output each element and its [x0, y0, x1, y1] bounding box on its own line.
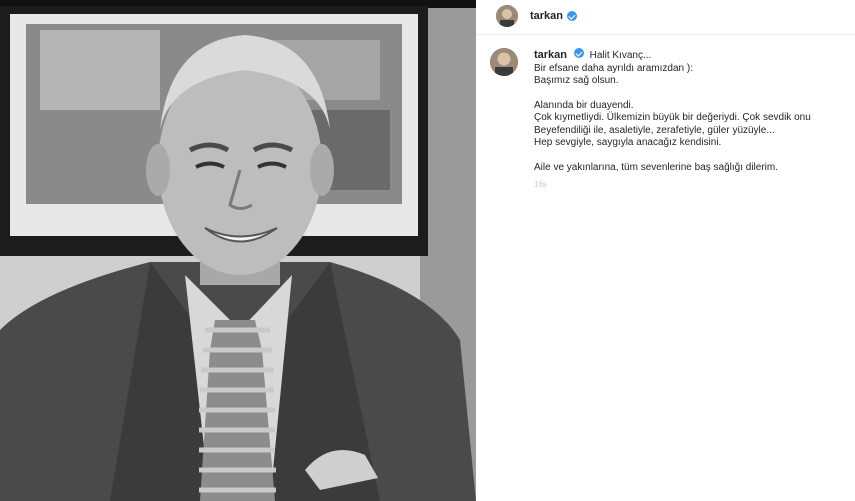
caption-line: Çok kıymetliydi. Ülkemizin büyük bir değ…: [534, 112, 811, 123]
avatar[interactable]: [496, 5, 518, 27]
portrait-photo-image: [0, 0, 476, 501]
caption-line: Başımız sağ olsun.: [534, 75, 619, 86]
caption-verified-badge-icon: [573, 48, 584, 58]
caption-line: Alanında bir duayendi.: [534, 99, 634, 111]
caption-avatar-image: [490, 48, 518, 76]
caption-line: Aile ve yakınlarına, tüm sevenlerine baş…: [534, 161, 779, 173]
post-photo[interactable]: [0, 0, 476, 501]
caption-mention[interactable]: Halit Kıvanç...: [590, 50, 652, 61]
caption-header-line: tarkan Halit Kıvanç...: [534, 48, 811, 63]
caption-gap: [534, 150, 811, 162]
instagram-post: tarkan tarkan Halit Kıvanç... Bir efsane…: [0, 0, 855, 501]
post-header: tarkan: [476, 0, 855, 32]
header-divider: [476, 34, 855, 35]
caption-gap: [534, 88, 811, 100]
avatar-image: [496, 5, 518, 27]
caption-username[interactable]: tarkan: [534, 49, 567, 61]
caption-body: tarkan Halit Kıvanç... Bir efsane daha a…: [534, 48, 811, 192]
caption-line: Beyefendiliği ile, asaletiyle, zerafetiy…: [534, 124, 775, 136]
post-timestamp[interactable]: 16s: [534, 179, 811, 192]
caption-line: Hep sevgiyle, saygıyla anacağız kendisin…: [534, 137, 722, 148]
caption-line: Bir efsane daha ayrıldı aramızdan ):: [534, 62, 693, 74]
post-sidebar: tarkan tarkan Halit Kıvanç... Bir efsane…: [476, 0, 855, 501]
caption-avatar[interactable]: [490, 48, 518, 76]
post-username[interactable]: tarkan: [530, 10, 563, 22]
caption-comment: tarkan Halit Kıvanç... Bir efsane daha a…: [490, 48, 855, 192]
verified-badge-icon: [567, 11, 578, 21]
